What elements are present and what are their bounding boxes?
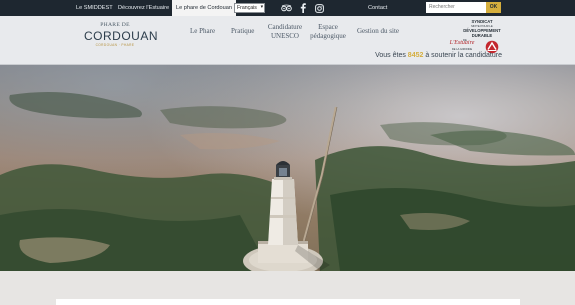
link-phare-cordouan[interactable]: Le phare de Cordouan bbox=[172, 0, 236, 16]
nav-candidature-unesco[interactable]: Candidature UNESCO bbox=[265, 23, 305, 41]
link-contact[interactable]: Contact bbox=[368, 0, 387, 16]
nav-le-phare-label: Le Phare bbox=[190, 27, 216, 35]
support-counter: Vous êtes 8452 à soutenir la candidature bbox=[375, 52, 502, 59]
top-bar: Le SMIDDEST Découvrez l'Estuaire Le phar… bbox=[0, 0, 575, 16]
nav-espace-pedagogique[interactable]: Espace pédagogique bbox=[308, 23, 348, 41]
chevron-down-icon: ▾ bbox=[260, 5, 263, 10]
content-card bbox=[56, 299, 520, 305]
hero-image bbox=[0, 65, 575, 271]
instagram-icon[interactable] bbox=[313, 2, 325, 14]
nav-pratique[interactable]: Pratique bbox=[231, 27, 254, 36]
lighthouse-aerial-photo bbox=[0, 65, 575, 271]
nav-espace-label: Espace bbox=[318, 23, 338, 31]
link-smiddest[interactable]: Le SMIDDEST bbox=[76, 0, 113, 16]
language-value: Français bbox=[237, 5, 257, 11]
nav-pedagogique-label: pédagogique bbox=[310, 32, 346, 40]
support-count: 8452 bbox=[407, 52, 424, 59]
site-logo[interactable]: PHARE DE CORDOUAN CORDOUAN · PHARE bbox=[84, 20, 159, 60]
language-select[interactable]: Français ▾ bbox=[234, 3, 265, 13]
support-prefix: Vous êtes bbox=[375, 52, 406, 59]
syndicat-line-6: L'Estuaire bbox=[449, 40, 475, 46]
syndicat-line-7: DE LA GIRONDE bbox=[451, 48, 473, 51]
nav-le-phare[interactable]: Le Phare bbox=[190, 27, 215, 36]
nav-gestion-du-site[interactable]: Gestion du site bbox=[357, 27, 399, 36]
link-decouvrez-estuaire[interactable]: Découvrez l'Estuaire bbox=[118, 0, 169, 16]
logo-line-2: CORDOUAN bbox=[84, 29, 159, 43]
logo-line-1: PHARE DE bbox=[100, 22, 130, 28]
tripadvisor-icon[interactable] bbox=[280, 2, 292, 14]
nav-gestion-label: Gestion du site bbox=[357, 27, 399, 35]
nav-candidature-label: Candidature bbox=[267, 23, 303, 31]
support-suffix: à soutenir la candidature bbox=[425, 52, 502, 59]
search-input[interactable] bbox=[426, 2, 486, 13]
nav-pratique-label: Pratique bbox=[231, 27, 255, 35]
search-ok-button[interactable]: OK bbox=[486, 2, 501, 13]
nav-unesco-label: UNESCO bbox=[270, 32, 299, 40]
facebook-icon[interactable] bbox=[297, 2, 309, 14]
logo-line-3: CORDOUAN · PHARE bbox=[95, 43, 135, 47]
